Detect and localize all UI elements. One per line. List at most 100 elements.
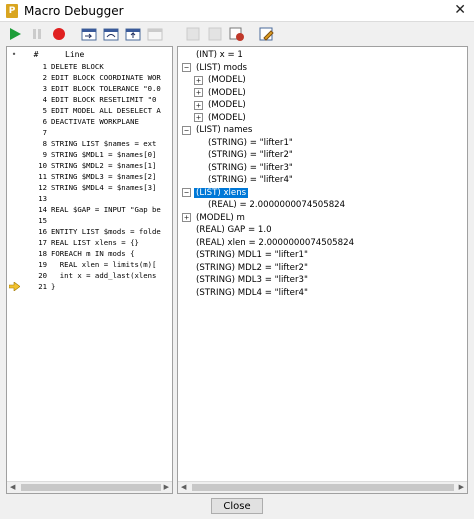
tree-horizontal-scrollbar[interactable]: ◀ ▶ <box>178 481 467 493</box>
breakpoint-gutter[interactable] <box>7 270 21 281</box>
tree-node[interactable]: + (MODEL) m <box>178 212 467 225</box>
step-over-button[interactable] <box>102 25 120 43</box>
tree-node[interactable]: − (LIST) mods <box>178 62 467 75</box>
line-number: 10 <box>38 161 47 170</box>
tree-node[interactable]: + (MODEL) <box>178 74 467 87</box>
breakpoint-gutter[interactable] <box>7 248 21 259</box>
pause-button[interactable] <box>28 25 46 43</box>
code-line[interactable]: 17 REAL LIST xlens = {} <box>7 237 172 248</box>
breakpoint-gutter[interactable] <box>7 281 21 292</box>
code-line[interactable]: 2 EDIT BLOCK COORDINATE WOR <box>7 72 172 83</box>
close-window-icon[interactable]: ✕ <box>454 2 466 18</box>
breakpoint-gutter[interactable] <box>7 127 21 138</box>
collapse-icon[interactable]: − <box>182 63 191 73</box>
code-line[interactable]: 14 REAL $GAP = INPUT "Gap be <box>7 204 172 215</box>
code-horizontal-scrollbar[interactable]: ◀ ▶ <box>7 481 172 493</box>
watch-button[interactable] <box>228 25 246 43</box>
breakpoint-gutter[interactable] <box>7 171 21 182</box>
scroll-left-icon[interactable]: ◀ <box>181 483 186 491</box>
breakpoint-gutter[interactable] <box>7 182 21 193</box>
tree-node[interactable]: + (MODEL) <box>178 99 467 112</box>
scroll-thumb[interactable] <box>21 484 161 491</box>
code-line[interactable]: 21} <box>7 281 172 292</box>
code-line[interactable]: 5 EDIT MODEL ALL DESELECT A <box>7 105 172 116</box>
tree-node[interactable]: (STRING) = "lifter2" <box>178 149 467 162</box>
scroll-right-icon[interactable]: ▶ <box>164 483 169 491</box>
tree-node[interactable]: (STRING) MDL1 = "lifter1" <box>178 249 467 262</box>
step-into-button[interactable] <box>80 25 98 43</box>
breakpoint-button[interactable] <box>184 25 202 43</box>
breakpoint-gutter[interactable] <box>7 83 21 94</box>
tree-node[interactable]: (STRING) = "lifter3" <box>178 162 467 175</box>
scroll-thumb[interactable] <box>192 484 454 491</box>
tree-node[interactable]: + (MODEL) <box>178 87 467 100</box>
tree-node[interactable]: (INT) x = 1 <box>178 49 467 62</box>
breakpoint-gutter[interactable] <box>7 160 21 171</box>
code-line[interactable]: 6 DEACTIVATE WORKPLANE <box>7 116 172 127</box>
tree-node[interactable]: + (MODEL) <box>178 112 467 125</box>
close-button[interactable]: Close <box>211 498 263 514</box>
expand-icon[interactable]: + <box>182 213 191 223</box>
breakpoint-gutter[interactable] <box>7 204 21 215</box>
expand-icon[interactable]: + <box>194 75 203 85</box>
breakpoint-gutter[interactable] <box>7 149 21 160</box>
code-pane[interactable]: • # Line 1 DELETE BLOCK 2 EDIT BLOCK COORDI… <box>6 46 173 494</box>
clear-breakpoints-button[interactable] <box>206 25 224 43</box>
code-line[interactable]: 4 EDIT BLOCK RESETLIMIT "0 <box>7 94 172 105</box>
tree-node[interactable]: (STRING) MDL4 = "lifter4" <box>178 287 467 300</box>
tree-node[interactable]: (STRING) MDL3 = "lifter3" <box>178 274 467 287</box>
code-line[interactable]: 1 DELETE BLOCK <box>7 61 172 72</box>
tree-node-label: (MODEL) <box>208 100 246 111</box>
run-button[interactable] <box>6 25 24 43</box>
breakpoint-gutter[interactable] <box>7 72 21 83</box>
line-number: 14 <box>38 205 47 214</box>
breakpoint-gutter[interactable] <box>7 226 21 237</box>
code-line[interactable]: 13 <box>7 193 172 204</box>
code-line[interactable]: 11 STRING $MDL3 = $names[2] <box>7 171 172 182</box>
code-line[interactable]: 16 ENTITY LIST $mods = folde <box>7 226 172 237</box>
collapse-icon[interactable]: − <box>182 125 191 135</box>
breakpoint-gutter[interactable] <box>7 116 21 127</box>
app-logo-icon: P <box>6 3 18 18</box>
breakpoint-gutter[interactable] <box>7 138 21 149</box>
code-line[interactable]: 3 EDIT BLOCK TOLERANCE "0.0 <box>7 83 172 94</box>
tree-node[interactable]: (STRING) MDL2 = "lifter2" <box>178 262 467 275</box>
stop-button[interactable] <box>50 25 68 43</box>
code-line[interactable]: 8 STRING LIST $names = ext <box>7 138 172 149</box>
breakpoint-gutter[interactable] <box>7 94 21 105</box>
code-line[interactable]: 9 STRING $MDL1 = $names[0] <box>7 149 172 160</box>
tree-node[interactable]: (REAL) = 2.0000000074505824 <box>178 199 467 212</box>
breakpoint-gutter[interactable] <box>7 237 21 248</box>
code-line[interactable]: 18 FOREACH m IN mods { <box>7 248 172 259</box>
code-line[interactable]: 10 STRING $MDL2 = $names[1] <box>7 160 172 171</box>
tree-node[interactable]: (STRING) = "lifter1" <box>178 137 467 150</box>
expand-icon[interactable]: + <box>194 113 203 123</box>
scroll-left-icon[interactable]: ◀ <box>10 483 15 491</box>
variables-tree[interactable]: (INT) x = 1− (LIST) mods + (MODEL) + (MODEL) +… <box>177 46 468 494</box>
scroll-right-icon[interactable]: ▶ <box>459 483 464 491</box>
code-line[interactable]: 15 <box>7 215 172 226</box>
tree-node[interactable]: − (LIST) names <box>178 124 467 137</box>
tree-node[interactable]: − (LIST) xlens <box>178 187 467 200</box>
step-out-button[interactable] <box>124 25 142 43</box>
line-number: 9 <box>42 150 47 159</box>
code-line[interactable]: 12 STRING $MDL4 = $names[3] <box>7 182 172 193</box>
expand-icon[interactable]: + <box>194 100 203 110</box>
expand-icon[interactable]: + <box>194 88 203 98</box>
tree-node-label: (STRING) MDL3 = "lifter3" <box>196 275 308 286</box>
breakpoint-gutter[interactable] <box>7 193 21 204</box>
collapse-icon[interactable]: − <box>182 188 191 198</box>
breakpoint-gutter[interactable] <box>7 259 21 270</box>
tree-node[interactable]: (STRING) = "lifter4" <box>178 174 467 187</box>
run-to-cursor-button[interactable] <box>146 25 164 43</box>
line-number: 4 <box>42 95 47 104</box>
breakpoint-gutter[interactable] <box>7 215 21 226</box>
code-line[interactable]: 7 <box>7 127 172 138</box>
tree-node[interactable]: (REAL) GAP = 1.0 <box>178 224 467 237</box>
breakpoint-gutter[interactable] <box>7 61 21 72</box>
breakpoint-gutter[interactable] <box>7 105 21 116</box>
edit-button[interactable] <box>258 25 276 43</box>
tree-node[interactable]: (REAL) xlen = 2.0000000074505824 <box>178 237 467 250</box>
code-line[interactable]: 19 REAL xlen = limits(m)[ <box>7 259 172 270</box>
code-line[interactable]: 20 int x = add_last(xlens <box>7 270 172 281</box>
